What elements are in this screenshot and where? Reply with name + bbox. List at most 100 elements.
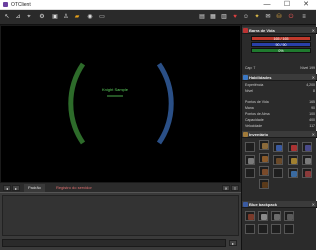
skills-icon[interactable]: ▦ bbox=[209, 13, 217, 21]
console-panel: ◂ ▸ Padrão Registro do servidor ✕ ≡ ▸ bbox=[0, 183, 241, 250]
arrow-icon[interactable]: ↖ bbox=[3, 13, 11, 21]
chase-button[interactable] bbox=[302, 142, 312, 152]
console-messages bbox=[2, 195, 239, 236]
power-icon[interactable]: ⏻ bbox=[287, 13, 295, 21]
container-slot[interactable] bbox=[284, 224, 294, 234]
screenshot-icon[interactable]: ▭ bbox=[98, 13, 106, 21]
fight-offensive-button[interactable] bbox=[288, 142, 298, 152]
minimize-button[interactable]: — bbox=[260, 0, 274, 10]
health-icon[interactable]: ♥ bbox=[231, 13, 239, 21]
skill-row: Velocidade 117 bbox=[245, 124, 315, 129]
outfit-icon[interactable]: ♙ bbox=[62, 13, 70, 21]
skill-value: 165 bbox=[309, 100, 315, 104]
balance-icon bbox=[291, 158, 297, 164]
container-slot[interactable] bbox=[284, 211, 294, 221]
container-panel-title: Blue backpack bbox=[249, 202, 278, 207]
skill-label: Mana bbox=[245, 106, 254, 110]
item-icon bbox=[248, 214, 254, 220]
close-button[interactable]: ✕ bbox=[299, 0, 313, 10]
quest-icon[interactable]: ✉ bbox=[264, 13, 272, 21]
menu-icon[interactable]: ≡ bbox=[300, 13, 308, 21]
options-icon[interactable]: ⚙ bbox=[38, 13, 46, 21]
helmet-item bbox=[262, 143, 268, 149]
skill-label: Nível bbox=[245, 89, 253, 93]
shield-icon bbox=[291, 171, 297, 177]
folder-icon[interactable]: ▰ bbox=[73, 13, 81, 21]
shield-slot[interactable] bbox=[273, 155, 283, 165]
skill-value: 117 bbox=[309, 124, 315, 128]
boots-item bbox=[262, 182, 268, 188]
inventory-icon[interactable]: ▥ bbox=[220, 13, 228, 21]
container-slot[interactable] bbox=[258, 224, 268, 234]
container-slot[interactable] bbox=[271, 224, 281, 234]
skill-label: Capacidade bbox=[245, 118, 264, 122]
tab-server-log[interactable]: Registro do servidor bbox=[52, 184, 96, 192]
container-slot[interactable] bbox=[271, 211, 281, 221]
window-title: OTClient bbox=[11, 2, 31, 8]
close-container-button[interactable]: ✕ bbox=[312, 201, 315, 208]
fight-defensive-button[interactable] bbox=[288, 168, 298, 178]
console-input[interactable] bbox=[2, 239, 226, 247]
helmet-slot[interactable] bbox=[259, 140, 269, 150]
pvp-icon bbox=[305, 171, 311, 177]
container-slot[interactable] bbox=[258, 211, 268, 221]
heart-icon bbox=[243, 28, 248, 33]
skill-label: Pontos de Vida bbox=[245, 100, 269, 104]
close-health-panel-button[interactable]: ✕ bbox=[312, 27, 315, 34]
ring-slot[interactable] bbox=[245, 168, 255, 178]
shop-icon[interactable]: ⛁ bbox=[275, 13, 283, 21]
legs-slot[interactable] bbox=[259, 166, 269, 176]
bag-icon bbox=[243, 132, 248, 137]
skill-label: Experiência bbox=[245, 83, 264, 87]
record-icon[interactable]: ◉ bbox=[86, 13, 94, 21]
backpack-slot[interactable] bbox=[273, 142, 283, 152]
right-sidebar: Barra de Vida ✕ 165 / 165 90 / 90 0% Cap… bbox=[241, 25, 317, 250]
minimap-icon[interactable]: ▣ bbox=[51, 13, 59, 21]
tab-default[interactable]: Padrão bbox=[24, 184, 45, 192]
close-skills-panel-button[interactable]: ✕ bbox=[312, 74, 315, 81]
spells-icon[interactable]: ✦ bbox=[253, 13, 261, 21]
close-inventory-panel-button[interactable]: ✕ bbox=[312, 131, 315, 138]
skills-icon bbox=[243, 75, 248, 80]
stand-button[interactable] bbox=[302, 155, 312, 165]
container-slot[interactable] bbox=[245, 211, 255, 221]
prev-tab-button[interactable]: ◂ bbox=[3, 185, 11, 191]
weapon-slot[interactable] bbox=[245, 155, 255, 165]
console-tabbar: ◂ ▸ Padrão Registro do servidor ✕ ≡ bbox=[0, 183, 241, 193]
fight-balanced-button[interactable] bbox=[288, 155, 298, 165]
item-icon bbox=[261, 214, 267, 220]
ammo-slot[interactable] bbox=[273, 168, 283, 178]
inventory-panel-header: Inventário ✕ bbox=[242, 131, 317, 138]
game-arcs bbox=[68, 62, 174, 145]
send-button[interactable]: ▸ bbox=[229, 240, 237, 246]
backpack-item bbox=[276, 145, 282, 151]
skills-panel-title: Habilidades bbox=[249, 75, 272, 80]
skill-row: Nível 8 bbox=[245, 89, 315, 94]
mana-arc bbox=[156, 62, 174, 145]
xp-bar: 0% bbox=[251, 48, 311, 53]
game-map-view[interactable]: Knight Sample bbox=[0, 25, 241, 183]
close-tab-button[interactable]: ✕ bbox=[222, 185, 230, 191]
health-panel-title: Barra de Vida bbox=[249, 28, 275, 33]
skill-row: Capacidade 400 bbox=[245, 118, 315, 123]
level-label: Nível 199 bbox=[300, 66, 315, 70]
item-icon bbox=[274, 214, 280, 220]
armor-slot[interactable] bbox=[259, 153, 269, 163]
console-options-button[interactable]: ≡ bbox=[231, 185, 239, 191]
pvp-button[interactable] bbox=[302, 168, 312, 178]
mana-bar: 90 / 90 bbox=[251, 42, 311, 47]
next-tab-button[interactable]: ▸ bbox=[12, 185, 20, 191]
boots-slot[interactable] bbox=[259, 179, 269, 189]
battle-list-icon[interactable]: ▤ bbox=[198, 13, 206, 21]
hotkeys-icon[interactable]: ⌖ bbox=[25, 13, 33, 21]
chase-icon bbox=[305, 145, 311, 151]
amulet-slot[interactable] bbox=[245, 142, 255, 152]
vip-icon[interactable]: ☺ bbox=[242, 13, 250, 21]
sword-item bbox=[248, 158, 254, 164]
logout-icon[interactable]: ⊿ bbox=[14, 13, 22, 21]
backpack-icon bbox=[243, 202, 248, 207]
inventory-panel-title: Inventário bbox=[249, 132, 269, 137]
container-slot[interactable] bbox=[245, 224, 255, 234]
skill-label: Pontos de Alma bbox=[245, 112, 270, 116]
maximize-button[interactable]: ☐ bbox=[280, 0, 294, 10]
